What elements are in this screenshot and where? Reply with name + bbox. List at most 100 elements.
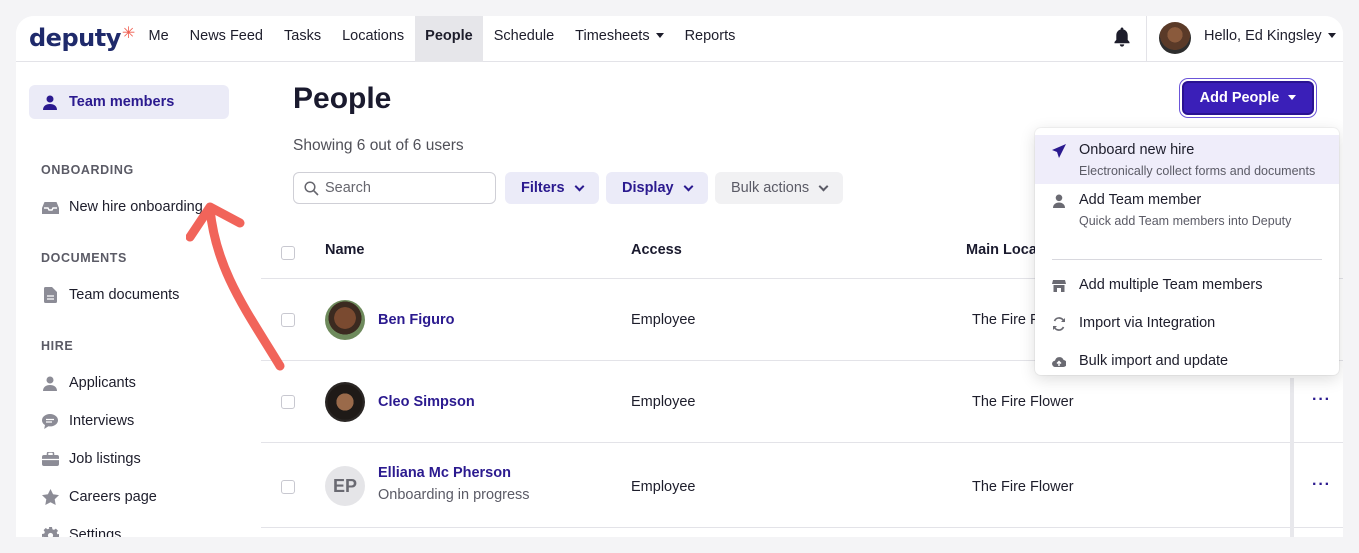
- menu-item-import-integration[interactable]: Import via Integration: [1035, 308, 1339, 340]
- nav-news-feed[interactable]: News Feed: [179, 16, 273, 62]
- sidebar-item-label: New hire onboarding: [69, 199, 203, 215]
- chevron-down-icon: [818, 181, 829, 191]
- user-greeting: Hello, Ed Kingsley: [1204, 28, 1322, 44]
- person-icon: [41, 93, 59, 111]
- gear-icon: [41, 526, 59, 537]
- column-access[interactable]: Access: [631, 242, 682, 258]
- onboarding-heading: ONBOARDING: [41, 163, 134, 177]
- user-avatar[interactable]: [1159, 22, 1191, 54]
- menu-item-title: Bulk import and update: [1079, 353, 1229, 369]
- bell-icon[interactable]: [1112, 26, 1132, 48]
- onboarding-status: Onboarding in progress: [378, 487, 530, 503]
- menu-item-onboard-new-hire[interactable]: Onboard new hire Electronically collect …: [1035, 135, 1339, 184]
- document-icon: [41, 286, 59, 304]
- menu-item-title: Add Team member: [1079, 192, 1202, 208]
- store-icon: [1052, 280, 1066, 292]
- column-divider: [1290, 378, 1294, 537]
- access-cell: Employee: [631, 394, 696, 410]
- sidebar-item-settings[interactable]: Settings: [29, 518, 229, 537]
- sidebar-item-label: Team members: [69, 94, 175, 110]
- nav-reports[interactable]: Reports: [674, 16, 746, 62]
- menu-item-title: Onboard new hire: [1079, 142, 1195, 158]
- menu-item-bulk-import[interactable]: Bulk import and update: [1035, 346, 1339, 378]
- menu-divider: [1052, 259, 1322, 260]
- column-main-location[interactable]: Main Loca: [966, 242, 1037, 258]
- bulk-actions-label: Bulk actions: [731, 180, 810, 196]
- location-cell: The Fire Flower: [972, 394, 1074, 410]
- deputy-logo[interactable]: deputy✳: [29, 23, 135, 52]
- annotation-arrow: [186, 202, 285, 371]
- menu-item-add-team-member[interactable]: Add Team member Quick add Team members i…: [1035, 185, 1339, 245]
- add-people-button[interactable]: Add People: [1182, 81, 1314, 115]
- nav-links: Me News Feed Tasks Locations People Sche…: [138, 16, 746, 62]
- documents-heading: DOCUMENTS: [41, 251, 127, 265]
- person-icon: [41, 374, 59, 392]
- cloud-upload-icon: [1052, 357, 1066, 368]
- sidebar-item-interviews[interactable]: Interviews: [29, 404, 229, 438]
- user-menu[interactable]: Hello, Ed Kingsley: [1204, 28, 1336, 44]
- chevron-down-icon: [574, 181, 584, 191]
- sidebar-item-label: Careers page: [69, 489, 157, 505]
- menu-item-title: Add multiple Team members: [1079, 277, 1263, 293]
- person-name[interactable]: Elliana Mc Pherson: [378, 465, 511, 481]
- row-more-button[interactable]: ···: [1312, 476, 1331, 494]
- caret-down-icon: [1327, 32, 1336, 38]
- caret-down-icon: [1288, 94, 1297, 100]
- sidebar-item-job-listings[interactable]: Job listings: [29, 442, 229, 476]
- sidebar-item-label: Settings: [69, 527, 122, 537]
- nav-people[interactable]: People: [414, 16, 484, 62]
- chat-bubble-icon: [41, 412, 59, 430]
- search-icon: [304, 180, 319, 196]
- chevron-down-icon: [683, 181, 694, 191]
- sidebar-item-label: Applicants: [69, 375, 136, 391]
- display-button[interactable]: Display: [606, 172, 708, 204]
- access-cell: Employee: [631, 312, 696, 328]
- user-count: Showing 6 out of 6 users: [293, 137, 464, 154]
- avatar: [325, 382, 365, 422]
- nav-timesheets[interactable]: Timesheets: [565, 16, 674, 62]
- filters-button[interactable]: Filters: [505, 172, 599, 204]
- nav-tasks[interactable]: Tasks: [274, 16, 332, 62]
- person-name[interactable]: Ben Figuro: [378, 312, 455, 328]
- app-window: deputy✳ Me News Feed Tasks Locations Peo…: [16, 16, 1343, 537]
- sidebar-item-careers-page[interactable]: Careers page: [29, 480, 229, 514]
- sidebar-item-applicants[interactable]: Applicants: [29, 366, 229, 400]
- caret-down-icon: [655, 32, 664, 38]
- briefcase-icon: [41, 450, 59, 468]
- menu-item-subtitle: Electronically collect forms and documen…: [1079, 164, 1316, 178]
- table-row[interactable]: EP Elliana Mc Pherson Onboarding in prog…: [261, 444, 1343, 528]
- nav-timesheets-label: Timesheets: [575, 28, 650, 44]
- location-cell: The Fire Flower: [972, 479, 1074, 495]
- paper-plane-icon: [1052, 144, 1066, 158]
- search-box[interactable]: [293, 172, 496, 204]
- sidebar-item-label: Interviews: [69, 413, 135, 429]
- row-checkbox[interactable]: [281, 395, 295, 409]
- page-title: People: [293, 82, 392, 115]
- nav-me[interactable]: Me: [138, 16, 179, 62]
- nav-schedule[interactable]: Schedule: [483, 16, 564, 62]
- location-cell: The Fire F: [972, 312, 1039, 328]
- sidebar-item-label: Job listings: [69, 451, 141, 467]
- menu-item-subtitle: Quick add Team members into Deputy: [1079, 214, 1292, 228]
- search-input[interactable]: [325, 180, 485, 196]
- logo-star-icon: ✳: [121, 23, 135, 42]
- nav-locations[interactable]: Locations: [332, 16, 415, 62]
- display-label: Display: [622, 180, 674, 196]
- add-people-dropdown: Onboard new hire Electronically collect …: [1035, 128, 1339, 375]
- filters-label: Filters: [521, 180, 565, 196]
- bulk-actions-button[interactable]: Bulk actions: [715, 172, 844, 204]
- access-cell: Employee: [631, 479, 696, 495]
- inbox-icon: [41, 198, 59, 216]
- row-more-button[interactable]: ···: [1312, 391, 1331, 409]
- person-name[interactable]: Cleo Simpson: [378, 394, 475, 410]
- avatar: [325, 300, 365, 340]
- column-name[interactable]: Name: [325, 242, 365, 258]
- person-icon: [1053, 194, 1065, 208]
- menu-item-add-multiple[interactable]: Add multiple Team members: [1035, 270, 1339, 302]
- sidebar-item-label: Team documents: [69, 287, 180, 303]
- menu-item-title: Import via Integration: [1079, 315, 1216, 331]
- add-people-label: Add People: [1199, 90, 1280, 106]
- refresh-icon: [1053, 317, 1065, 331]
- row-checkbox[interactable]: [281, 480, 295, 494]
- sidebar-item-team-members[interactable]: Team members: [29, 85, 229, 119]
